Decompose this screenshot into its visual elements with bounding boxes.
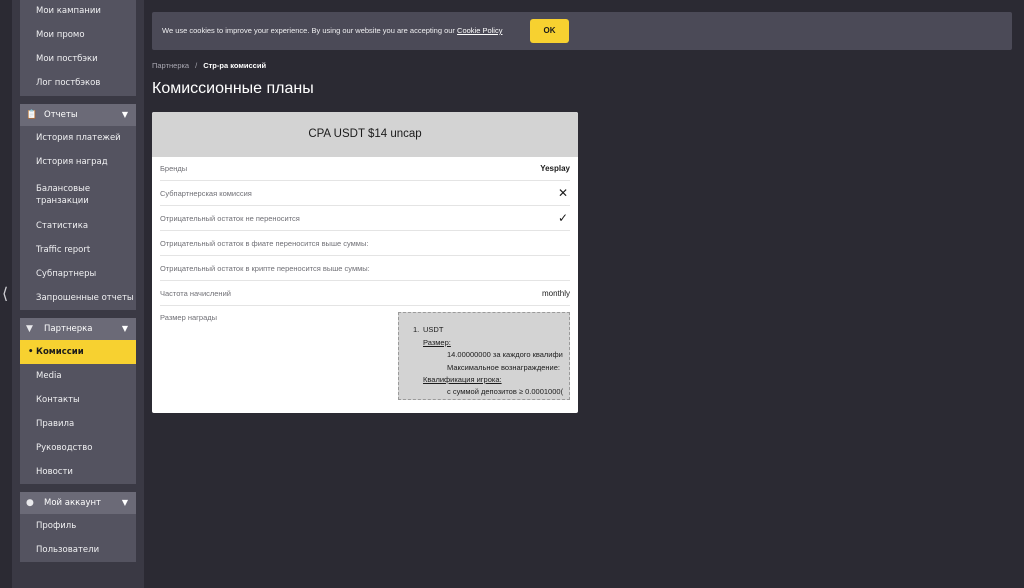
sidebar-item-subpartners[interactable]: Субпартнеры bbox=[20, 262, 136, 286]
sidebar-item-rules[interactable]: Правила bbox=[20, 412, 136, 436]
commission-plan-card: CPA USDT $14 uncap Бренды Yesplay Субпар… bbox=[152, 112, 578, 413]
sidebar-item-balance-transactions[interactable]: Балансовые транзакции bbox=[20, 174, 136, 214]
cookie-message: We use cookies to improve your experienc… bbox=[162, 26, 455, 35]
row-label: Субпартнерская комиссия bbox=[160, 189, 252, 198]
sidebar-divider bbox=[20, 310, 136, 318]
check-icon: ✓ bbox=[557, 211, 568, 225]
sidebar-item-postback-log[interactable]: Лог постбэков bbox=[20, 71, 136, 96]
row-subpartner-commission: Субпартнерская комиссия ✕ bbox=[160, 182, 570, 206]
sidebar-item-my-promo[interactable]: Мои промо bbox=[20, 23, 136, 47]
row-label: Отрицательный остаток не переносится bbox=[160, 214, 300, 223]
sidebar-item-statistics[interactable]: Статистика bbox=[20, 214, 136, 238]
chevron-down-icon: ▼ bbox=[121, 110, 128, 119]
row-label: Размер награды bbox=[160, 313, 218, 322]
sidebar-item-news[interactable]: Новости bbox=[20, 460, 136, 484]
row-negative-balance: Отрицательный остаток не переносится ✓ bbox=[160, 207, 570, 231]
row-value: monthly bbox=[541, 289, 570, 298]
sidebar-menu: Мои кампании Мои промо Мои постбэки Лог … bbox=[20, 0, 136, 562]
sidebar-group-partner[interactable]: ▼ Партнерка ▼ bbox=[20, 318, 136, 340]
sidebar-item-commissions[interactable]: • Комиссии bbox=[20, 340, 136, 364]
reward-number: 1. bbox=[413, 325, 420, 334]
row-brands: Бренды Yesplay bbox=[160, 157, 570, 181]
row-label: Бренды bbox=[160, 164, 188, 173]
handshake-icon: ▼ bbox=[26, 324, 33, 334]
sidebar-divider bbox=[20, 484, 136, 492]
sidebar-item-label: Комиссии bbox=[36, 347, 84, 357]
sidebar-item-profile[interactable]: Профиль bbox=[20, 514, 136, 538]
sidebar-item-media[interactable]: Media bbox=[20, 364, 136, 388]
clipboard-icon: 📋 bbox=[26, 110, 38, 120]
sidebar-divider bbox=[20, 96, 136, 104]
sidebar-item-my-campaigns[interactable]: Мои кампании bbox=[20, 0, 136, 23]
page-title: Комиссионные планы bbox=[152, 80, 314, 97]
cookie-policy-link[interactable]: Cookie Policy bbox=[457, 26, 502, 35]
cross-icon: ✕ bbox=[557, 186, 568, 200]
sidebar-group-label: Отчеты bbox=[44, 110, 78, 120]
cookie-banner: We use cookies to improve your experienc… bbox=[152, 12, 1012, 50]
sidebar-item-contacts[interactable]: Контакты bbox=[20, 388, 136, 412]
sidebar: Мои кампании Мои промо Мои постбэки Лог … bbox=[12, 0, 144, 588]
sidebar-group-label: Мой аккаунт bbox=[44, 498, 101, 508]
reward-size-label: Размер: bbox=[423, 338, 451, 347]
sidebar-item-users[interactable]: Пользователи bbox=[20, 538, 136, 562]
sidebar-item-my-postbacks[interactable]: Мои постбэки bbox=[20, 47, 136, 71]
sidebar-item-guide[interactable]: Руководство bbox=[20, 436, 136, 460]
chevron-down-icon: ▼ bbox=[121, 324, 128, 333]
reward-details: 1. USDT Размер: 14.00000000 за каждого к… bbox=[398, 312, 570, 400]
row-label: Частота начислений bbox=[160, 289, 231, 298]
reward-currency: USDT bbox=[423, 325, 444, 334]
user-icon: ● bbox=[26, 498, 34, 508]
sidebar-group-label: Партнерка bbox=[44, 324, 93, 334]
plan-title: CPA USDT $14 uncap bbox=[152, 112, 578, 157]
sidebar-item-reward-history[interactable]: История наград bbox=[20, 150, 136, 174]
row-fiat-carryover: Отрицательный остаток в фиате переноситс… bbox=[160, 232, 570, 256]
sidebar-item-requested-reports[interactable]: Запрошенные отчеты bbox=[20, 286, 136, 310]
row-accrual-frequency: Частота начислений monthly bbox=[160, 282, 570, 306]
reward-qualification-label: Квалификация игрока: bbox=[423, 375, 502, 384]
breadcrumb: Партнерка / Стр-ра комиссий bbox=[152, 61, 266, 70]
row-crypto-carryover: Отрицательный остаток в крипте переносит… bbox=[160, 257, 570, 281]
breadcrumb-parent-link[interactable]: Партнерка bbox=[152, 61, 189, 70]
row-label: Отрицательный остаток в крипте переносит… bbox=[160, 264, 370, 273]
sidebar-group-account[interactable]: ● Мой аккаунт ▼ bbox=[20, 492, 136, 514]
cookie-text: We use cookies to improve your experienc… bbox=[162, 26, 502, 35]
cookie-ok-button[interactable]: OK bbox=[530, 19, 569, 43]
sidebar-item-traffic-report[interactable]: Traffic report bbox=[20, 238, 136, 262]
reward-qualification-line: с суммой депозитов ≥ 0.0001000( bbox=[447, 387, 564, 396]
breadcrumb-current: Стр-ра комиссий bbox=[203, 61, 267, 70]
sidebar-group-reports[interactable]: 📋 Отчеты ▼ bbox=[20, 104, 136, 126]
active-dot-icon: • bbox=[28, 347, 34, 357]
row-value: Yesplay bbox=[540, 164, 570, 173]
reward-size-line2: Максимальное вознаграждение: bbox=[447, 363, 560, 372]
breadcrumb-separator: / bbox=[195, 61, 198, 70]
sidebar-collapse-icon[interactable]: ⟨ bbox=[2, 284, 12, 304]
chevron-down-icon: ▼ bbox=[121, 498, 128, 507]
reward-size-line1: 14.00000000 за каждого квалифи bbox=[447, 350, 563, 359]
row-label: Отрицательный остаток в фиате переноситс… bbox=[160, 239, 369, 248]
sidebar-item-payment-history[interactable]: История платежей bbox=[20, 126, 136, 150]
